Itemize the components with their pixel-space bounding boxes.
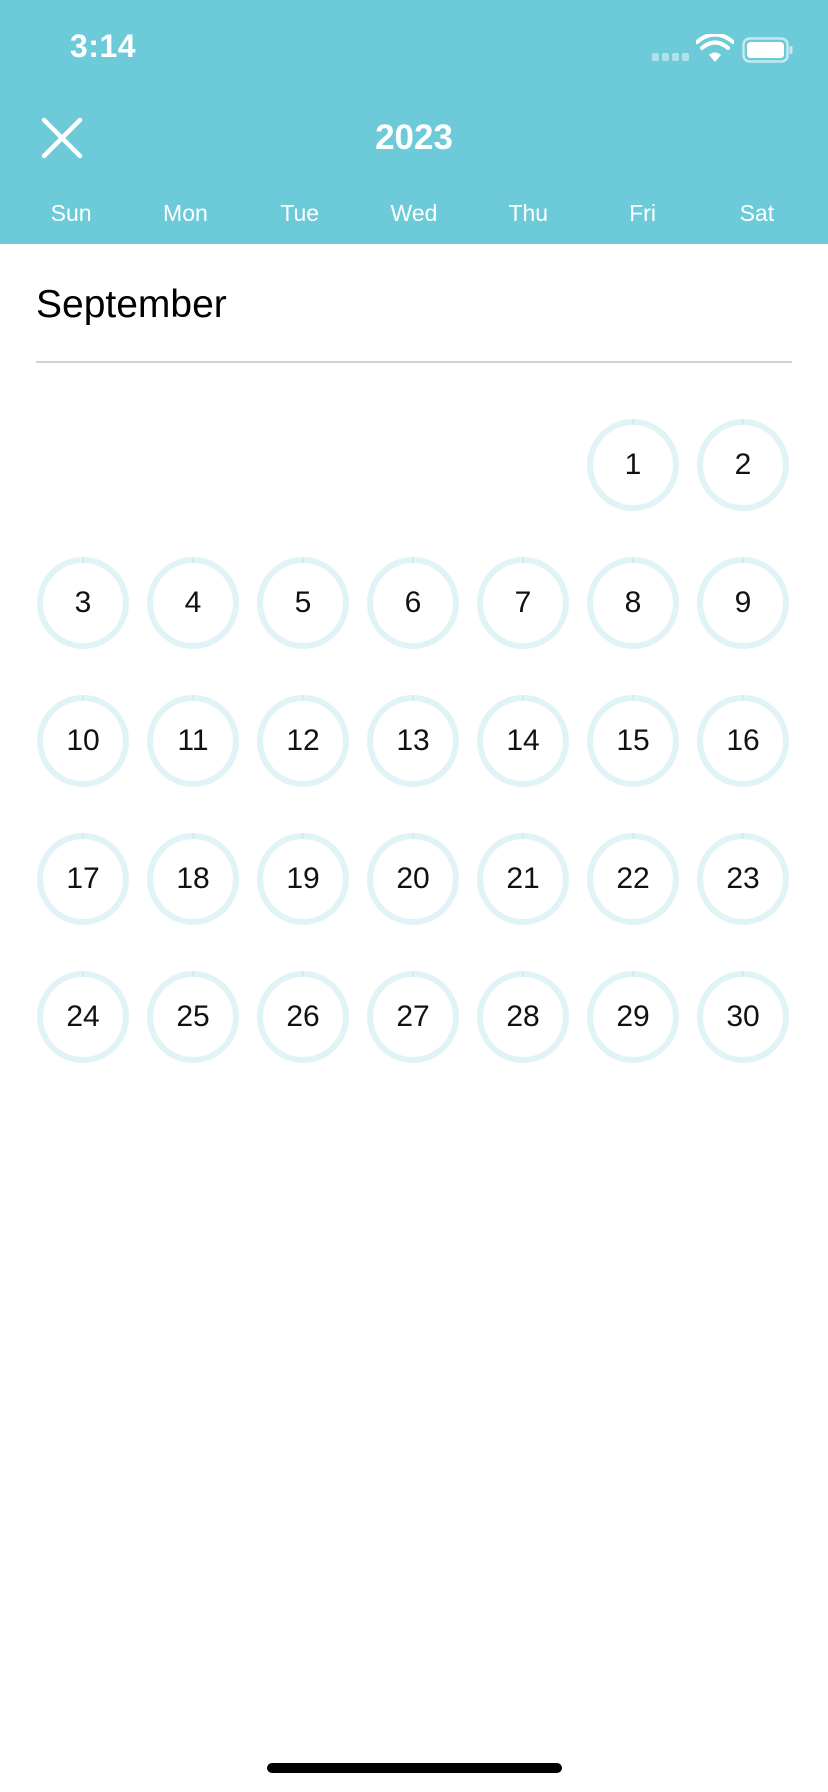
weekday-label: Tue [280, 200, 320, 226]
month-divider [36, 361, 792, 363]
day-button[interactable]: 4 [147, 557, 239, 649]
calendar-day-grid: 1 2 3 4 5 6 7 8 9 10 11 12 13 14 15 16 17 18 19 20 21 22 23 24 2… [28, 396, 798, 1086]
day-button[interactable]: 10 [37, 695, 129, 787]
day-cell: 1 [578, 396, 688, 534]
weekday-header-row: Sun Mon Tue Wed Thu Fri Sat [14, 200, 814, 230]
day-button[interactable]: 19 [257, 833, 349, 925]
empty-day-cell [248, 396, 358, 534]
day-button[interactable]: 20 [367, 833, 459, 925]
weekday-label: Thu [508, 200, 549, 226]
day-cell: 3 [28, 534, 138, 672]
day-button[interactable]: 15 [587, 695, 679, 787]
day-cell: 20 [358, 810, 468, 948]
day-button[interactable]: 12 [257, 695, 349, 787]
day-cell: 13 [358, 672, 468, 810]
day-button[interactable]: 7 [477, 557, 569, 649]
day-button[interactable]: 14 [477, 695, 569, 787]
day-cell: 16 [688, 672, 798, 810]
day-cell: 14 [468, 672, 578, 810]
day-button[interactable]: 11 [147, 695, 239, 787]
day-cell: 5 [248, 534, 358, 672]
year-title: 2023 [375, 118, 453, 157]
day-button[interactable]: 30 [697, 971, 789, 1063]
weekday-label: Sat [739, 200, 775, 226]
day-cell: 11 [138, 672, 248, 810]
day-cell: 15 [578, 672, 688, 810]
month-title: September [36, 283, 227, 326]
day-cell: 26 [248, 948, 358, 1086]
weekday-label: Wed [390, 200, 438, 226]
empty-day-cell [138, 396, 248, 534]
day-button[interactable]: 2 [697, 419, 789, 511]
battery-icon [742, 37, 793, 63]
empty-day-cell [468, 396, 578, 534]
day-cell: 2 [688, 396, 798, 534]
day-button[interactable]: 9 [697, 557, 789, 649]
day-button[interactable]: 16 [697, 695, 789, 787]
day-button[interactable]: 26 [257, 971, 349, 1063]
day-button[interactable]: 5 [257, 557, 349, 649]
home-indicator [267, 1763, 562, 1773]
day-button[interactable]: 23 [697, 833, 789, 925]
day-button[interactable]: 3 [37, 557, 129, 649]
day-cell: 17 [28, 810, 138, 948]
wifi-icon [696, 34, 734, 62]
day-button[interactable]: 8 [587, 557, 679, 649]
calendar-header: 3:14 2023 Sun Mon Tue Wed Thu Fri Sat [0, 0, 828, 244]
day-cell: 30 [688, 948, 798, 1086]
empty-day-cell [28, 396, 138, 534]
day-button[interactable]: 29 [587, 971, 679, 1063]
signal-icon [652, 53, 694, 63]
day-button[interactable]: 24 [37, 971, 129, 1063]
day-cell: 18 [138, 810, 248, 948]
day-button[interactable]: 18 [147, 833, 239, 925]
day-cell: 27 [358, 948, 468, 1086]
day-button[interactable]: 25 [147, 971, 239, 1063]
weekday-label: Sun [50, 200, 92, 226]
day-button[interactable]: 1 [587, 419, 679, 511]
day-button[interactable]: 21 [477, 833, 569, 925]
status-time: 3:14 [70, 28, 137, 64]
day-cell: 23 [688, 810, 798, 948]
day-cell: 4 [138, 534, 248, 672]
day-cell: 24 [28, 948, 138, 1086]
day-button[interactable]: 6 [367, 557, 459, 649]
day-cell: 6 [358, 534, 468, 672]
day-cell: 22 [578, 810, 688, 948]
weekday-label: Mon [163, 200, 208, 226]
day-cell: 25 [138, 948, 248, 1086]
day-cell: 21 [468, 810, 578, 948]
empty-day-cell [358, 396, 468, 534]
day-cell: 19 [248, 810, 358, 948]
day-cell: 7 [468, 534, 578, 672]
day-button[interactable]: 28 [477, 971, 569, 1063]
day-cell: 8 [578, 534, 688, 672]
day-button[interactable]: 22 [587, 833, 679, 925]
day-cell: 29 [578, 948, 688, 1086]
day-cell: 9 [688, 534, 798, 672]
weekday-label: Fri [629, 200, 656, 226]
day-button[interactable]: 13 [367, 695, 459, 787]
day-cell: 10 [28, 672, 138, 810]
day-button[interactable]: 17 [37, 833, 129, 925]
day-button[interactable]: 27 [367, 971, 459, 1063]
day-cell: 12 [248, 672, 358, 810]
day-cell: 28 [468, 948, 578, 1086]
